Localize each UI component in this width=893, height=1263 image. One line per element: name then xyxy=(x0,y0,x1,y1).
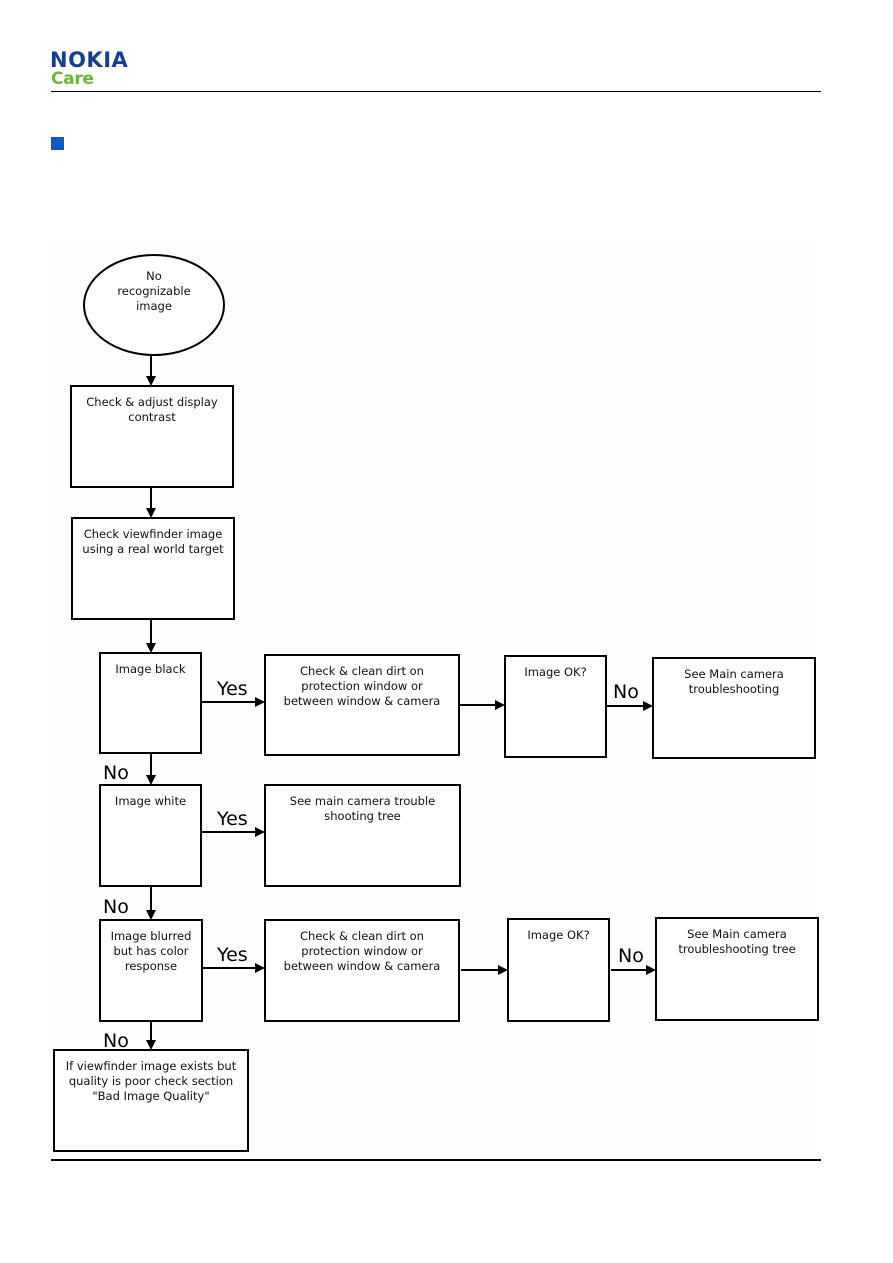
flowchart: NorecognizableimageCheck & adjust displa… xyxy=(53,254,819,1152)
node-text-line: image xyxy=(136,299,172,313)
node-text-line: recognizable xyxy=(117,284,190,298)
edge-label-yes: Yes xyxy=(216,808,248,830)
arrowhead-icon xyxy=(495,700,505,710)
arrowhead-icon xyxy=(255,697,265,707)
node-text-line: Image white xyxy=(115,794,186,808)
flow-edge-image-ok-2-to-main-camera-tree-3: No xyxy=(611,945,656,975)
arrowhead-icon xyxy=(643,701,653,711)
arrowhead-icon xyxy=(146,376,156,386)
node-text-line: Image blurred xyxy=(111,929,192,943)
flow-edge-image-blurred-to-bad-quality: No xyxy=(103,1021,156,1052)
node-text-line: troubleshooting tree xyxy=(678,942,795,956)
edge-label-yes: Yes xyxy=(216,944,248,966)
node-text-line: See main camera trouble xyxy=(290,794,435,808)
arrowhead-icon xyxy=(146,643,156,653)
arrowhead-icon xyxy=(255,827,265,837)
flow-node-main-camera-tree-2: See main camera troubleshooting tree xyxy=(264,784,461,887)
flow-node-image-white: Image white xyxy=(99,784,202,887)
flow-node-adjust-contrast: Check & adjust displaycontrast xyxy=(70,385,234,488)
node-text-line: Image black xyxy=(115,662,186,676)
node-text-line: contrast xyxy=(128,410,176,424)
node-text-line: troubleshooting xyxy=(689,682,780,696)
node-text-line: but has color xyxy=(113,944,188,958)
node-text-line: response xyxy=(125,959,177,973)
arrowhead-icon xyxy=(498,965,508,975)
node-text-line: Image OK? xyxy=(527,928,589,942)
flow-node-clean-dirt-1: Check & clean dirt onprotection window o… xyxy=(264,654,460,756)
edge-label-no: No xyxy=(613,681,639,703)
edge-label-no: No xyxy=(103,896,129,918)
node-text-line: See Main camera xyxy=(684,667,784,681)
node-text-line: using a real world target xyxy=(82,542,224,556)
node-text-line: No xyxy=(146,269,162,283)
flow-node-image-black: Image black xyxy=(99,652,202,754)
flow-node-bad-quality: If viewfinder image exists butquality is… xyxy=(53,1049,249,1152)
node-text-line: between window & camera xyxy=(284,959,441,973)
flow-node-check-viewfinder: Check viewfinder imageusing a real world… xyxy=(71,517,235,620)
flow-edge-clean-dirt-1-to-image-ok-1 xyxy=(459,700,505,710)
flow-edge-start-to-adjust-contrast xyxy=(146,355,156,386)
node-text-line: Image OK? xyxy=(524,665,586,679)
flow-node-image-blurred: Image blurredbut has colorresponse xyxy=(99,919,203,1022)
node-text-line: protection window or xyxy=(301,679,423,693)
flow-node-main-camera-1: See Main cameratroubleshooting xyxy=(652,657,816,759)
flow-node-main-camera-tree-3: See Main cameratroubleshooting tree xyxy=(655,917,819,1021)
edge-label-yes: Yes xyxy=(216,678,248,700)
arrowhead-icon xyxy=(146,508,156,518)
flow-edge-image-black-to-clean-dirt-1: Yes xyxy=(201,678,265,707)
node-text-line: See Main camera xyxy=(687,927,787,941)
flow-edge-image-white-to-main-camera-tree-2: Yes xyxy=(201,808,265,837)
flow-edge-clean-dirt-2-to-image-ok-2 xyxy=(461,965,508,975)
arrowhead-icon xyxy=(255,963,265,973)
flow-edge-image-black-to-image-white: No xyxy=(103,753,156,785)
node-text-line: Check & adjust display xyxy=(86,395,218,409)
arrowhead-icon xyxy=(146,775,156,785)
edge-label-no: No xyxy=(103,1030,129,1052)
node-text-line: between window & camera xyxy=(284,694,441,708)
flow-edge-check-viewfinder-to-image-black xyxy=(146,619,156,653)
edge-label-no: No xyxy=(103,762,129,784)
node-text-line: quality is poor check section xyxy=(69,1074,233,1088)
flow-node-start: Norecognizableimage xyxy=(83,254,225,356)
flow-edge-image-blurred-to-clean-dirt-2: Yes xyxy=(202,944,265,973)
node-text-line: shooting tree xyxy=(324,809,400,823)
node-text-line: Check & clean dirt on xyxy=(300,664,424,678)
flow-node-image-ok-1: Image OK? xyxy=(504,655,607,758)
flow-edge-image-white-to-image-blurred: No xyxy=(103,886,156,920)
arrowhead-icon xyxy=(646,965,656,975)
node-text-line: Check & clean dirt on xyxy=(300,929,424,943)
flow-node-image-ok-2: Image OK? xyxy=(507,918,610,1022)
node-text-line: Check viewfinder image xyxy=(84,527,223,541)
node-text-line: "Bad Image Quality" xyxy=(92,1089,209,1103)
flow-edge-image-ok-1-to-main-camera-1: No xyxy=(606,681,653,711)
edge-label-no: No xyxy=(618,945,644,967)
flow-edge-adjust-contrast-to-check-viewfinder xyxy=(146,487,156,518)
node-text-line: If viewfinder image exists but xyxy=(66,1059,237,1073)
footer-divider xyxy=(51,1159,821,1161)
flow-node-clean-dirt-2: Check & clean dirt onprotection window o… xyxy=(264,919,460,1022)
arrowhead-icon xyxy=(146,910,156,920)
node-text-line: protection window or xyxy=(301,944,423,958)
arrowhead-icon xyxy=(146,1040,156,1050)
